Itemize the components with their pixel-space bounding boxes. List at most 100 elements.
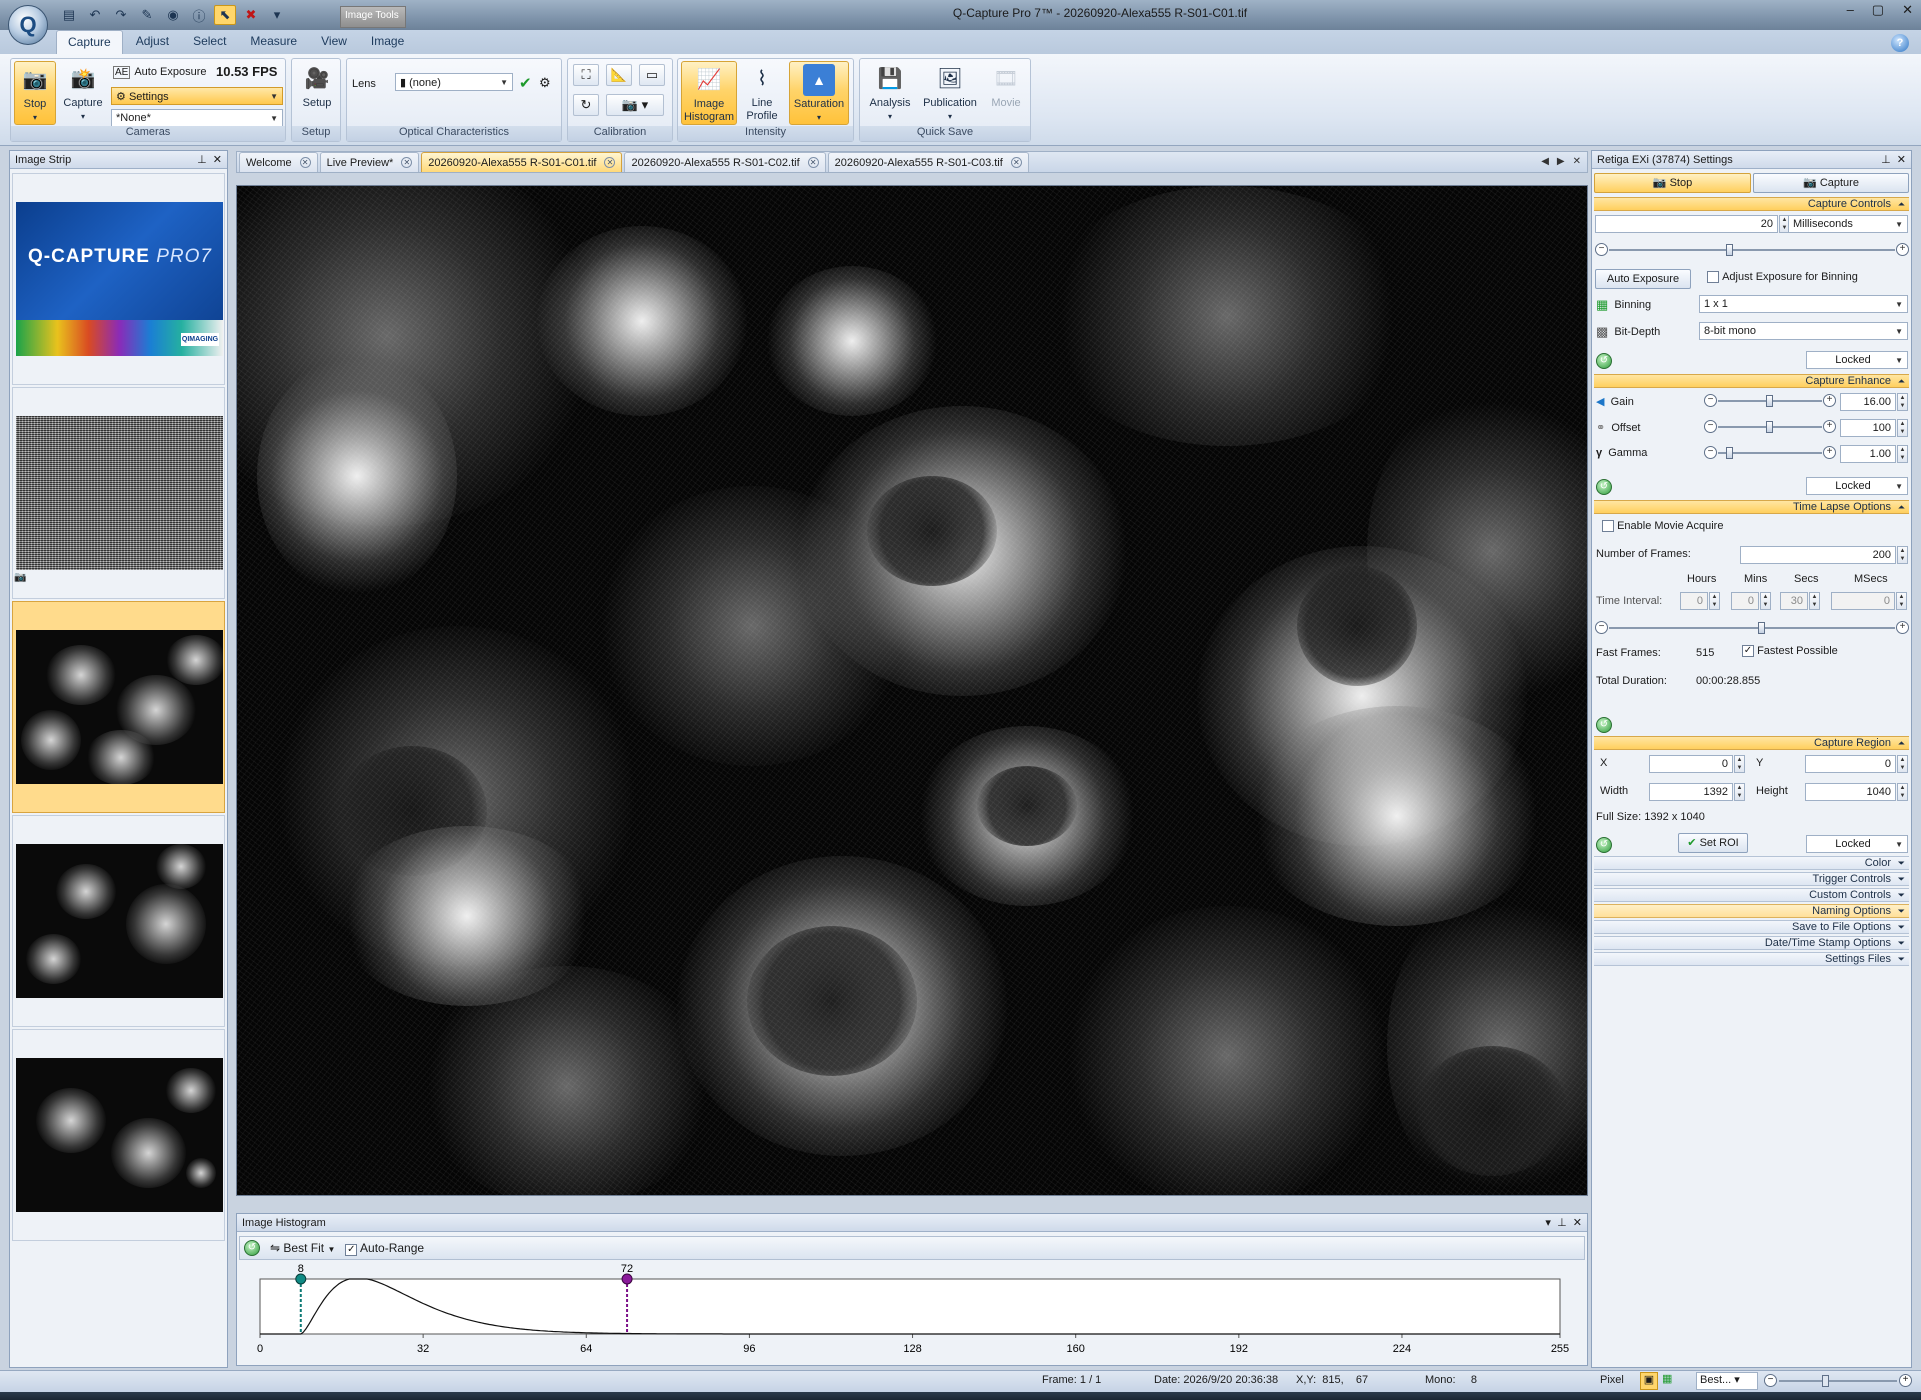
pin-icon[interactable]: ⊥	[1881, 154, 1891, 166]
auto-exposure-button[interactable]: Auto Exposure	[1595, 269, 1691, 289]
close-tab-icon[interactable]: ✕	[299, 157, 311, 168]
doc-tab-live-preview[interactable]: Live Preview* ✕	[319, 152, 420, 172]
region-lock-dropdown[interactable]: Locked ▼	[1806, 835, 1908, 853]
custom-controls-section[interactable]: Custom Controls	[1594, 888, 1909, 902]
tab-select[interactable]: Select	[182, 30, 237, 54]
tab-image[interactable]: Image	[360, 30, 415, 54]
binning-dropdown[interactable]: 1 x 1 ▼	[1699, 295, 1908, 313]
time-lapse-header[interactable]: Time Lapse Options	[1594, 500, 1909, 514]
tab-scroll-left-icon[interactable]: ◀	[1541, 156, 1549, 167]
auto-exposure-row[interactable]: AE Auto Exposure	[113, 63, 207, 81]
lens-settings-icon[interactable]: ⚙	[539, 74, 551, 92]
capture-button[interactable]: 📸 Capture ▾	[61, 61, 105, 125]
mins-spinner[interactable]: ▲ ▼	[1760, 592, 1771, 610]
close-tab-icon[interactable]: ✕	[807, 157, 819, 168]
window-layout-icon[interactable]: ▤	[58, 5, 80, 25]
histogram-chart[interactable]: 0 32 64 96 128 160 192 224 255 8 72	[237, 1262, 1587, 1366]
save-to-file-section[interactable]: Save to File Options	[1594, 920, 1909, 934]
stop-tab-button[interactable]: 📷 Stop	[1594, 173, 1751, 193]
hours-spinner[interactable]: ▲ ▼	[1709, 592, 1720, 610]
strip-thumb-selected[interactable]	[12, 601, 225, 813]
auto-range-checkbox[interactable]: ✓ Auto-Range	[345, 1241, 424, 1256]
fastest-possible-checkbox[interactable]: ✓ Fastest Possible	[1742, 645, 1838, 657]
set-roi-button[interactable]: ✔ Set ROI	[1678, 833, 1748, 853]
exposure-input[interactable]: 20	[1595, 215, 1778, 233]
close-panel-icon[interactable]: ✕	[213, 154, 222, 166]
datetime-stamp-section[interactable]: Date/Time Stamp Options	[1594, 936, 1909, 950]
capture-enhance-header[interactable]: Capture Enhance	[1594, 374, 1909, 388]
gamma-slider[interactable]: − +	[1704, 446, 1836, 460]
capture-tab-button[interactable]: 📷 Capture	[1753, 173, 1909, 193]
exposure-unit-dropdown[interactable]: Milliseconds ▼	[1788, 215, 1908, 233]
reset-histogram-icon[interactable]: ↺	[244, 1240, 260, 1256]
reset-region-icon[interactable]: ↺	[1596, 837, 1612, 853]
help-icon[interactable]: ?	[1891, 34, 1909, 52]
doc-tab-c03[interactable]: 20260920-Alexa555 R-S01-C03.tif ✕	[827, 152, 1029, 172]
bitdepth-dropdown[interactable]: 8-bit mono ▼	[1699, 322, 1908, 340]
controls-lock-dropdown[interactable]: Locked ▼	[1806, 351, 1908, 369]
trigger-controls-section[interactable]: Trigger Controls	[1594, 872, 1909, 886]
line-profile-button[interactable]: ⌇ Line Profile	[740, 61, 784, 125]
calibrate-ruler-icon[interactable]: 📐	[606, 64, 632, 86]
close-document-icon[interactable]: ✕	[1573, 156, 1581, 167]
saturation-button[interactable]: ▲ Saturation ▾	[789, 61, 849, 125]
adjust-binning-checkbox[interactable]: Adjust Exposure for Binning	[1707, 271, 1858, 283]
width-input[interactable]: 1392	[1649, 783, 1733, 801]
tab-measure[interactable]: Measure	[239, 30, 308, 54]
strip-thumb[interactable]	[12, 1029, 225, 1241]
doc-tab-c02[interactable]: 20260920-Alexa555 R-S01-C02.tif ✕	[624, 152, 826, 172]
exposure-slider[interactable]: − +	[1595, 243, 1909, 257]
gain-slider[interactable]: − +	[1704, 394, 1836, 408]
offset-slider[interactable]: − +	[1704, 420, 1836, 434]
y-spinner[interactable]: ▲ ▼	[1897, 755, 1908, 773]
x-input[interactable]: 0	[1649, 755, 1733, 773]
redo-icon[interactable]: ↷	[110, 5, 132, 25]
enhance-lock-dropdown[interactable]: Locked ▼	[1806, 477, 1908, 495]
calibrate-scale-icon[interactable]: ▭	[639, 64, 665, 86]
undo-icon[interactable]: ↶	[84, 5, 106, 25]
close-tab-icon[interactable]: ✕	[401, 157, 413, 168]
gain-input[interactable]: 16.00	[1840, 393, 1896, 411]
hours-input[interactable]: 0	[1680, 592, 1708, 610]
close-tab-icon[interactable]: ✕	[1010, 157, 1022, 168]
pin-icon[interactable]: ⊥	[197, 154, 207, 166]
pointer-icon[interactable]: ⬉	[214, 5, 236, 25]
analysis-button[interactable]: 💾 Analysis ▾	[866, 61, 914, 125]
msecs-spinner[interactable]: ▲ ▼	[1896, 592, 1907, 610]
lens-dropdown[interactable]: ▮ (none) ▼	[395, 73, 513, 91]
frames-spinner[interactable]: ▲ ▼	[1897, 546, 1908, 564]
brush-icon[interactable]: ✎	[136, 5, 158, 25]
info-icon[interactable]: ⓘ	[188, 5, 210, 25]
height-input[interactable]: 1040	[1805, 783, 1896, 801]
enable-movie-checkbox[interactable]: Enable Movie Acquire	[1602, 520, 1723, 532]
app-menu-button[interactable]: Q	[8, 5, 48, 45]
strip-thumb[interactable]	[12, 815, 225, 1027]
publication-button[interactable]: 🖼 Publication ▾	[920, 61, 980, 125]
tab-capture[interactable]: Capture	[56, 30, 123, 54]
tab-adjust[interactable]: Adjust	[125, 30, 180, 54]
maximize-button[interactable]: ▢	[1872, 2, 1884, 18]
offset-input[interactable]: 100	[1840, 419, 1896, 437]
close-panel-icon[interactable]: ✕	[1573, 1217, 1582, 1229]
image-viewer[interactable]	[236, 185, 1588, 1196]
pin-icon[interactable]: ⊥	[1557, 1217, 1567, 1229]
preset-dropdown[interactable]: *None* ▼	[111, 109, 283, 127]
minimize-button[interactable]: –	[1847, 2, 1854, 18]
reset-enhance-icon[interactable]: ↺	[1596, 479, 1612, 495]
doc-tab-welcome[interactable]: Welcome ✕	[239, 152, 318, 172]
reset-timelapse-icon[interactable]: ↺	[1596, 717, 1612, 733]
close-tab-icon[interactable]: ✕	[604, 157, 616, 168]
msecs-input[interactable]: 0	[1831, 592, 1895, 610]
best-fit-button[interactable]: ⇋ Best Fit ▼	[270, 1241, 335, 1255]
naming-options-section[interactable]: Naming Options	[1594, 904, 1909, 918]
dropdown-icon[interactable]: ▾	[1545, 1217, 1551, 1229]
snapshot-icon[interactable]: ◉	[162, 5, 184, 25]
capture-controls-header[interactable]: Capture Controls	[1594, 197, 1909, 211]
zoom-slider[interactable]: − +	[1764, 1374, 1912, 1388]
strip-thumb[interactable]: Q-CAPTURE PRO7 QIMAGING	[12, 173, 225, 385]
x-spinner[interactable]: ▲ ▼	[1734, 755, 1745, 773]
calibrate-refresh-icon[interactable]: ↻	[573, 94, 599, 116]
fit-view-icon[interactable]: ▣	[1640, 1372, 1658, 1390]
close-button[interactable]: ✕	[1902, 2, 1913, 18]
cancel-icon[interactable]: ✖	[240, 5, 262, 25]
